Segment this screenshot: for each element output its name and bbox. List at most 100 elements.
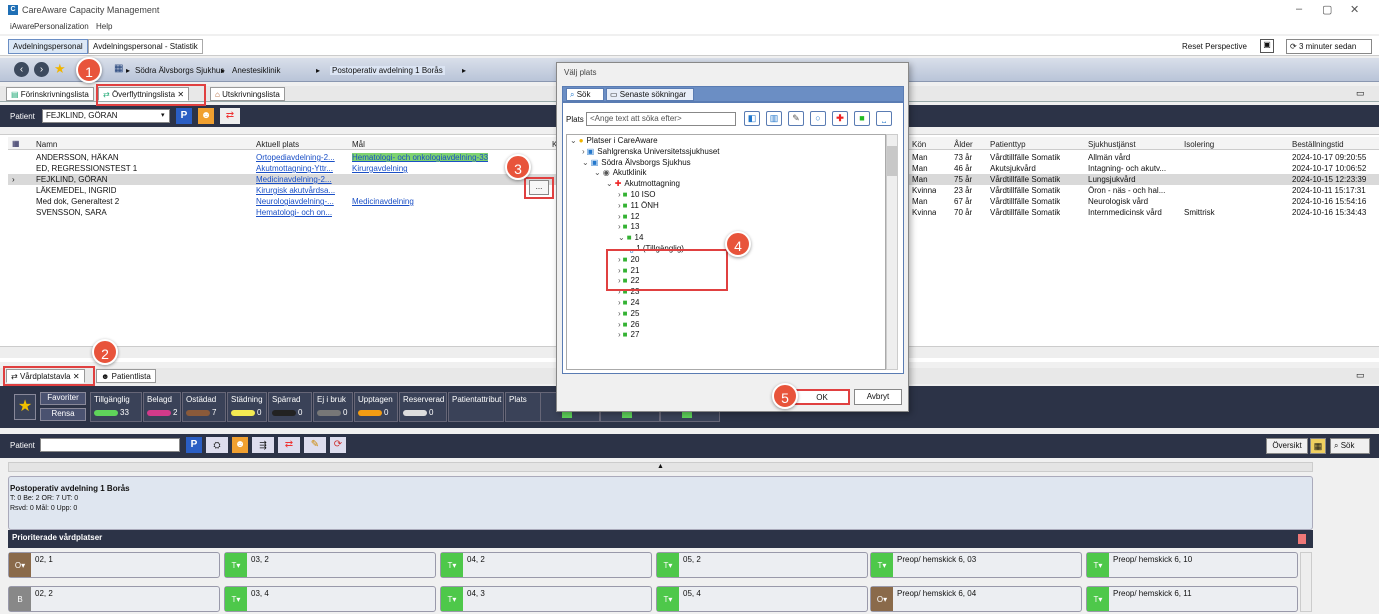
cell-current[interactable]: Medicinavdelning-2... bbox=[256, 175, 332, 184]
filter-wards-icon[interactable]: ◧ bbox=[744, 111, 760, 126]
col-header-service[interactable]: Sjukhustjänst bbox=[1088, 140, 1136, 149]
patient-select[interactable]: FEJKLIND, GÖRAN bbox=[42, 109, 170, 123]
cell-current[interactable]: Kirurgisk akutvårdsa... bbox=[256, 186, 335, 195]
bed-status-tag[interactable]: O▾ bbox=[871, 587, 893, 611]
bed-status-tag[interactable]: O▾ bbox=[9, 553, 31, 577]
tab-senaste-sokningar[interactable]: ▭ Senaste sökningar bbox=[606, 88, 694, 101]
tree-node[interactable]: › ▣ Sahlgrenska Universitetssjukhuset bbox=[582, 147, 720, 156]
cell-current[interactable]: Hematologi- och on... bbox=[256, 208, 332, 217]
cell-current[interactable]: Ortopediavdelning-2... bbox=[256, 153, 335, 162]
tree-node[interactable]: › ■ 25 bbox=[618, 309, 639, 318]
sok-button[interactable]: ⌕ Sök bbox=[1330, 438, 1370, 454]
favorite-star-icon[interactable]: ★ bbox=[54, 61, 66, 77]
filter-room-icon[interactable]: ■ bbox=[854, 111, 870, 126]
chevron-down-icon[interactable]: ⌄ bbox=[570, 136, 577, 145]
filter-icon[interactable]: ⛭ bbox=[206, 437, 228, 453]
chevron-down-icon[interactable]: ⌄ bbox=[618, 233, 625, 242]
tab-avdelningspersonal-statistik[interactable]: Avdelningspersonal - Statistik bbox=[88, 39, 203, 54]
menu-personalization[interactable]: Personalization bbox=[34, 22, 89, 31]
reset-perspective-button[interactable]: Reset Perspective bbox=[1182, 42, 1247, 51]
bed-status-tag[interactable]: T▾ bbox=[225, 553, 247, 577]
cell-current[interactable]: Neurologiavdelning-... bbox=[256, 197, 334, 206]
col-header-age[interactable]: Ålder bbox=[954, 140, 973, 149]
cell-goal[interactable]: Kirurgavdelning bbox=[352, 164, 408, 173]
bed-status-tag[interactable]: T▾ bbox=[441, 553, 463, 577]
p-button-icon[interactable]: P bbox=[186, 437, 202, 453]
tree-node[interactable]: › ■ 11 ÖNH bbox=[618, 201, 659, 210]
tree-node[interactable]: ⌄ ✚ Akutmottagning bbox=[606, 179, 680, 188]
grid-menu-icon[interactable]: ▦ bbox=[114, 63, 123, 74]
tab-avdelningspersonal[interactable]: Avdelningspersonal bbox=[8, 39, 88, 54]
col-header-type[interactable]: Patienttyp bbox=[990, 140, 1026, 149]
chevron-down-icon[interactable]: ⌄ bbox=[594, 168, 601, 177]
chevron-down-icon[interactable]: › bbox=[618, 190, 621, 199]
cell-goal[interactable]: Hematologi- och onkologiavdelning-33 bbox=[352, 153, 489, 162]
chevron-down-icon[interactable]: ⌄ bbox=[606, 179, 613, 188]
bed-status-tag[interactable]: T▾ bbox=[657, 587, 679, 611]
filter-clinic-icon[interactable]: ▥ bbox=[766, 111, 782, 126]
bed-card[interactable]: T▾ 05, 4 bbox=[656, 586, 868, 612]
expand-row-icon[interactable]: › bbox=[12, 175, 15, 184]
restore-button[interactable]: ▢ bbox=[1322, 3, 1332, 16]
chevron-down-icon[interactable]: ▾ bbox=[172, 440, 176, 448]
tree-node[interactable]: › ■ 26 bbox=[618, 320, 639, 329]
status-filter-7[interactable]: Reserverad 0 bbox=[399, 392, 447, 422]
refresh-icon[interactable]: ⟳ bbox=[330, 437, 346, 453]
tree-node[interactable]: › ■ 27 bbox=[618, 330, 639, 339]
maximize-panel-icon[interactable]: ▭ bbox=[1356, 88, 1365, 99]
favoriter-button[interactable]: Favoriter bbox=[40, 392, 86, 405]
chevron-down-icon[interactable]: › bbox=[618, 201, 621, 210]
filter-bed-icon[interactable]: ⎵ bbox=[876, 111, 892, 126]
chevron-down-icon[interactable]: › bbox=[618, 320, 621, 329]
back-icon[interactable]: ‹ bbox=[14, 62, 29, 77]
chevron-down-icon[interactable]: ▾ bbox=[161, 111, 165, 119]
bed-card[interactable]: T▾ 03, 4 bbox=[224, 586, 436, 612]
favorites-star-icon[interactable]: ★ bbox=[14, 394, 36, 420]
tree-node[interactable]: ⌄ ● Platser i CareAware bbox=[570, 136, 658, 145]
bed-status-tag[interactable]: T▾ bbox=[1087, 587, 1109, 611]
col-header-goal[interactable]: Mål bbox=[352, 140, 365, 149]
bed-card[interactable]: O▾ 02, 1 bbox=[8, 552, 220, 578]
broom-icon[interactable]: ✎ bbox=[304, 437, 326, 453]
col-header-isolation[interactable]: Isolering bbox=[1184, 140, 1214, 149]
bed-card[interactable]: T▾ Preop/ hemskick 6, 03 bbox=[870, 552, 1082, 578]
forward-icon[interactable]: › bbox=[34, 62, 49, 77]
bed-status-tag[interactable]: T▾ bbox=[225, 587, 247, 611]
minimize-button[interactable]: – bbox=[1296, 3, 1302, 15]
refresh-button[interactable]: ⟳ 3 minuter sedan bbox=[1286, 39, 1372, 54]
status-filter-2[interactable]: Ostädad 7 bbox=[182, 392, 226, 422]
bed-status-tag[interactable]: B bbox=[9, 587, 31, 611]
ok-button[interactable]: OK bbox=[794, 389, 850, 405]
bed-card[interactable]: B 02, 2 bbox=[8, 586, 220, 612]
tab-sok[interactable]: ⌕ Sök bbox=[566, 88, 604, 101]
transfer-action-icon[interactable]: ⇄ bbox=[220, 108, 240, 124]
bed-card[interactable]: T▾ 05, 2 bbox=[656, 552, 868, 578]
chevron-down-icon[interactable]: › bbox=[618, 222, 621, 231]
location-search-input[interactable]: <Ange text att söka efter> bbox=[586, 112, 736, 126]
cell-current[interactable]: Akutmottagning-Yttr... bbox=[256, 164, 333, 173]
bed-card[interactable]: T▾ 04, 3 bbox=[440, 586, 652, 612]
chevron-down-icon[interactable]: › bbox=[618, 309, 621, 318]
export-icon[interactable] bbox=[1298, 534, 1306, 544]
status-filter-8[interactable]: Patientattribut bbox=[448, 392, 504, 422]
filter-circle-icon[interactable]: ○ bbox=[810, 111, 826, 126]
board-patient-select[interactable] bbox=[40, 438, 180, 452]
tab-forinskrivningslista[interactable]: ▤ Förinskrivningslista bbox=[6, 87, 94, 101]
close-window-button[interactable]: ✕ bbox=[1350, 3, 1359, 16]
tree-node[interactable]: › ■ 10 ISO bbox=[618, 190, 655, 199]
bed-card[interactable]: T▾ Preop/ hemskick 6, 11 bbox=[1086, 586, 1298, 612]
grid-settings-icon[interactable]: ▦ bbox=[12, 139, 20, 148]
chevron-right-icon[interactable]: › bbox=[582, 147, 585, 156]
status-filter-6[interactable]: Upptagen 0 bbox=[354, 392, 398, 422]
tree-node[interactable]: › ■ 13 bbox=[618, 222, 639, 231]
tree-node[interactable]: ⌄ ■ 14 bbox=[618, 233, 643, 242]
tree-node[interactable]: ⌄ ◉ Akutklinik bbox=[594, 168, 646, 177]
col-header-sex[interactable]: Kön bbox=[912, 140, 926, 149]
maximize-panel-icon[interactable]: ▭ bbox=[1356, 370, 1365, 381]
bed-card[interactable]: T▾ Preop/ hemskick 6, 10 bbox=[1086, 552, 1298, 578]
filter-emergency-icon[interactable]: ✚ bbox=[832, 111, 848, 126]
menu-help[interactable]: Help bbox=[96, 22, 112, 31]
status-filter-4[interactable]: Spärrad 0 bbox=[268, 392, 312, 422]
p-button-icon[interactable]: P bbox=[176, 108, 192, 124]
col-header-name[interactable]: Namn bbox=[36, 140, 57, 149]
